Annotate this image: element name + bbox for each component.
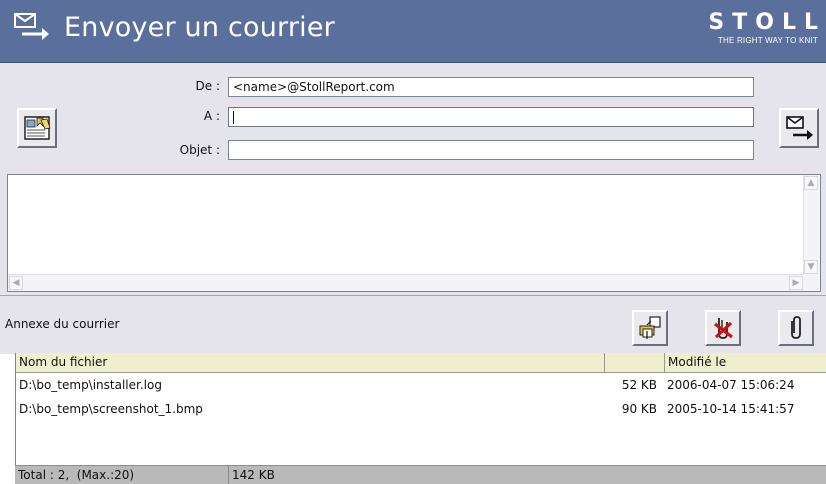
address-book-icon: [24, 116, 51, 140]
to-field[interactable]: [228, 107, 754, 127]
table-row[interactable]: D:\bo_temp\installer.log 52 KB 2006-04-0…: [16, 374, 826, 396]
file-size: 90 KB: [621, 402, 657, 416]
attach-file-button[interactable]: [778, 310, 814, 346]
table-row[interactable]: D:\bo_temp\screenshot_1.bmp 90 KB 2005-1…: [16, 398, 826, 420]
to-label: A :: [203, 109, 220, 123]
status-size: 142 KB: [232, 468, 275, 482]
brand-logo: STOLL THE RIGHT WAY TO KNIT: [708, 10, 818, 45]
delete-attachment-button[interactable]: [705, 310, 741, 346]
vertical-scrollbar[interactable]: ▲ ▼: [803, 175, 820, 275]
add-attachment-icon: [639, 316, 661, 339]
from-field[interactable]: <name>@StollReport.com: [228, 77, 754, 97]
window-title: Envoyer un courrier: [64, 12, 335, 43]
brand-name: STOLL: [708, 10, 826, 35]
message-body-textarea[interactable]: ▲ ▼ ◀ ▶: [7, 174, 821, 292]
from-label: De :: [195, 79, 220, 93]
attachments-toolbar: Annexe du courrier: [0, 295, 826, 354]
column-modified[interactable]: Modifié le: [665, 353, 826, 372]
file-name: D:\bo_temp\screenshot_1.bmp: [19, 402, 203, 416]
file-size: 52 KB: [621, 378, 657, 392]
scroll-up-icon[interactable]: ▲: [804, 176, 818, 190]
attachments-list[interactable]: Nom du fichier Modifié le D:\bo_temp\ins…: [15, 353, 826, 465]
column-filename[interactable]: Nom du fichier: [16, 353, 605, 372]
message-panel: ▲ ▼ ◀ ▶: [0, 167, 826, 295]
column-size[interactable]: [605, 353, 665, 372]
status-total: Total : 2, (Max.:20): [15, 466, 229, 484]
delete-attachment-icon: [714, 318, 733, 339]
subject-label: Objet :: [179, 143, 220, 157]
list-header: Nom du fichier Modifié le: [16, 353, 826, 373]
send-button[interactable]: [779, 108, 819, 148]
send-mail-icon: [14, 13, 49, 40]
subject-field[interactable]: [228, 140, 754, 160]
mail-header-panel: De : <name>@StollReport.com A : Objet :: [0, 63, 826, 167]
status-bar: Total : 2, (Max.:20) 142 KB: [15, 465, 826, 484]
scroll-left-icon[interactable]: ◀: [9, 276, 23, 290]
scroll-right-icon[interactable]: ▶: [789, 276, 803, 290]
scrollbar-corner: [804, 275, 820, 291]
send-mail-icon: [786, 116, 813, 140]
scroll-down-icon[interactable]: ▼: [804, 260, 818, 274]
add-attachment-button[interactable]: [632, 310, 668, 346]
file-modified: 2005-10-14 15:41:57: [667, 402, 795, 416]
file-name: D:\bo_temp\installer.log: [19, 378, 162, 392]
message-body-text: [8, 175, 820, 183]
paperclip-icon: [791, 316, 801, 339]
horizontal-scrollbar[interactable]: ◀ ▶: [8, 274, 804, 291]
title-bar: Envoyer un courrier STOLL THE RIGHT WAY …: [0, 0, 826, 63]
file-modified: 2006-04-07 15:06:24: [667, 378, 795, 392]
brand-tagline: THE RIGHT WAY TO KNIT: [717, 36, 818, 45]
attachments-label: Annexe du courrier: [5, 317, 120, 331]
text-caret: [233, 111, 234, 124]
address-book-button[interactable]: [17, 108, 57, 148]
